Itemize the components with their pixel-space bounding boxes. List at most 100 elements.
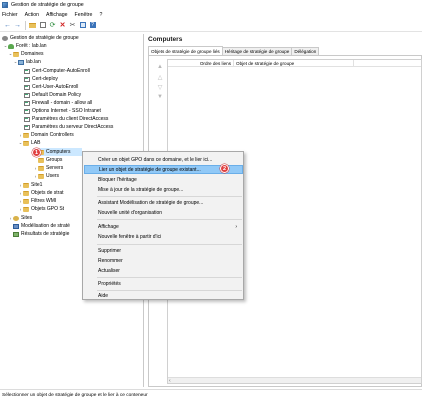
tree-item-gpo[interactable]: Cert-Computer-AutoEnroll <box>24 67 90 75</box>
menu-separator <box>97 277 242 278</box>
pane-title: Computers <box>148 36 183 43</box>
results-icon <box>13 231 19 237</box>
gpo-link-icon <box>24 76 30 82</box>
move-bottom-icon[interactable]: ▼ <box>155 92 165 102</box>
menu-item-help[interactable]: Aide <box>84 292 243 300</box>
forward-icon[interactable]: → <box>13 21 22 30</box>
menu-item-delete[interactable]: Supprimer <box>84 246 243 255</box>
gpo-link-icon <box>24 116 30 122</box>
step-badge-1: 1 <box>32 148 41 157</box>
menu-help[interactable]: ? <box>99 12 102 18</box>
tree-item-domains[interactable]: ⌄ Domaines <box>8 50 44 58</box>
title-bar: Gestion de stratégie de groupe <box>0 0 422 10</box>
tree-item-gpo-objects[interactable]: › Objets de strat <box>18 189 64 197</box>
cut-icon[interactable]: ✂ <box>68 21 77 30</box>
status-text: Sélectionner un objet de stratégie de gr… <box>2 392 148 398</box>
menu-item-view[interactable]: Affichage › <box>84 222 243 231</box>
link-order-controls: ▲ △ ▽ ▼ <box>155 62 165 102</box>
menu-item-gpupdate[interactable]: Mise à jour de la stratégie de groupe... <box>84 185 243 194</box>
list-header: Ordre des liens Objet de stratégie de gr… <box>168 60 421 67</box>
menu-action[interactable]: Action <box>25 12 39 18</box>
horizontal-scrollbar[interactable]: ‹ <box>168 377 421 384</box>
ou-folder-icon <box>23 132 29 138</box>
ou-folder-icon <box>38 173 44 179</box>
ou-folder-icon <box>38 165 44 171</box>
folder-icon <box>23 198 29 204</box>
gpmc-window: Gestion de stratégie de groupe Fichier A… <box>0 0 422 400</box>
menu-item-rename[interactable]: Renommer <box>84 256 243 265</box>
tree-item-gpo[interactable]: Default Domain Policy <box>24 91 81 99</box>
sites-icon <box>13 215 19 221</box>
tree-item-lab[interactable]: ⌄ LAB <box>18 139 41 147</box>
tree-item-gpo[interactable]: Cert-deploy <box>24 75 58 83</box>
tab-strip: Objets de stratégie de groupe liés Hérit… <box>148 46 320 55</box>
tree-item-domain[interactable]: ⌄ lab.lan <box>13 58 41 66</box>
menu-fichier[interactable]: Fichier <box>2 12 18 18</box>
menu-fenetre[interactable]: Fenêtre <box>75 12 93 18</box>
toolbar-separator <box>25 20 26 30</box>
tab-delegation[interactable]: Délégation <box>291 47 320 55</box>
tree-item-site1[interactable]: › Site1 <box>18 181 43 189</box>
tree-item-wmi-filters[interactable]: › Filtres WMI <box>18 197 57 205</box>
window-title: Gestion de stratégie de groupe <box>11 2 84 8</box>
domain-icon <box>18 59 24 65</box>
export-icon[interactable] <box>78 21 87 30</box>
folder-icon[interactable] <box>28 21 37 30</box>
ou-folder-icon <box>23 140 29 146</box>
tree-item-root[interactable]: Gestion de stratégie de groupe <box>2 34 79 42</box>
gpo-link-icon <box>24 92 30 98</box>
folder-icon <box>13 51 19 57</box>
help-icon[interactable]: ? <box>88 21 97 30</box>
menu-item-new-ou[interactable]: Nouvelle unité d'organisation <box>84 208 243 217</box>
menu-item-modeling-wizard[interactable]: Assistant Modélisation de stratégie de g… <box>84 198 243 207</box>
tree-item-servers[interactable]: › Servers <box>33 164 63 172</box>
back-icon[interactable]: ← <box>3 21 12 30</box>
move-down-icon[interactable]: ▽ <box>155 82 165 92</box>
menu-item-view-label: Affichage <box>98 223 119 230</box>
gpmc-app-icon <box>2 2 8 8</box>
properties-icon[interactable] <box>38 21 47 30</box>
submenu-arrow-icon: › <box>235 223 237 230</box>
menu-item-block-inheritance[interactable]: Bloquer l'héritage <box>84 175 243 184</box>
toolbar: ← → ⟳ ✕ ✂ ? <box>0 19 422 32</box>
move-up-icon[interactable]: △ <box>155 72 165 82</box>
tree-item-domain-controllers[interactable]: › Domain Controllers <box>18 131 74 139</box>
step-badge-2: 2 <box>220 164 229 173</box>
tab-inheritance[interactable]: Héritage de stratégie de groupe <box>221 47 293 55</box>
menu-bar: Fichier Action Affichage Fenêtre ? <box>0 10 422 19</box>
tree-item-gpo[interactable]: Firewall - domain - allow all <box>24 99 92 107</box>
menu-item-properties[interactable]: Propriétés <box>84 279 243 288</box>
tree-item-modeling[interactable]: Modélisation de straté <box>13 222 70 230</box>
tree-item-groups[interactable]: Groups <box>38 156 62 164</box>
gpo-link-icon <box>24 84 30 90</box>
column-gpo[interactable]: Objet de stratégie de groupe <box>234 60 354 66</box>
context-menu: Créer un objet GPO dans ce domaine, et l… <box>82 151 244 300</box>
menu-item-create-gpo[interactable]: Créer un objet GPO dans ce domaine, et l… <box>84 155 243 164</box>
modeling-icon <box>13 223 19 229</box>
column-link-order[interactable]: Ordre des liens <box>168 60 234 66</box>
tree-item-starter-gpos[interactable]: › Objets GPO St <box>18 205 64 213</box>
tab-linked-gpos[interactable]: Objets de stratégie de groupe liés <box>148 46 223 55</box>
tree-item-sites[interactable]: › Sites <box>8 214 32 222</box>
tree-item-users[interactable]: › Users <box>33 172 59 180</box>
delete-icon[interactable]: ✕ <box>58 21 67 30</box>
menu-affichage[interactable]: Affichage <box>46 12 68 18</box>
tree-item-forest[interactable]: ⌄ Forêt : lab.lan <box>3 42 47 50</box>
menu-separator <box>97 196 242 197</box>
refresh-icon[interactable]: ⟳ <box>48 21 57 30</box>
tree-item-results[interactable]: Résultats de stratégie <box>13 230 69 238</box>
menu-separator <box>97 244 242 245</box>
scroll-left-icon[interactable]: ‹ <box>169 378 171 384</box>
tree-item-gpo[interactable]: Paramètres du client DirectAccess <box>24 115 108 123</box>
ou-folder-icon <box>23 182 29 188</box>
tree-item-gpo[interactable]: Cert-User-AutoEnroll <box>24 83 78 91</box>
move-top-icon[interactable]: ▲ <box>155 62 165 72</box>
tree-item-gpo[interactable]: Options Internet - SSO Intranet <box>24 107 101 115</box>
menu-item-refresh[interactable]: Actualiser <box>84 266 243 275</box>
ou-folder-icon <box>38 157 44 163</box>
status-bar: Sélectionner un objet de stratégie de gr… <box>0 389 422 400</box>
tree-item-gpo[interactable]: Paramètres du serveur DirectAccess <box>24 123 113 131</box>
gpo-link-icon <box>24 124 30 130</box>
folder-icon <box>23 206 29 212</box>
menu-item-new-window[interactable]: Nouvelle fenêtre à partir d'ici <box>84 232 243 241</box>
